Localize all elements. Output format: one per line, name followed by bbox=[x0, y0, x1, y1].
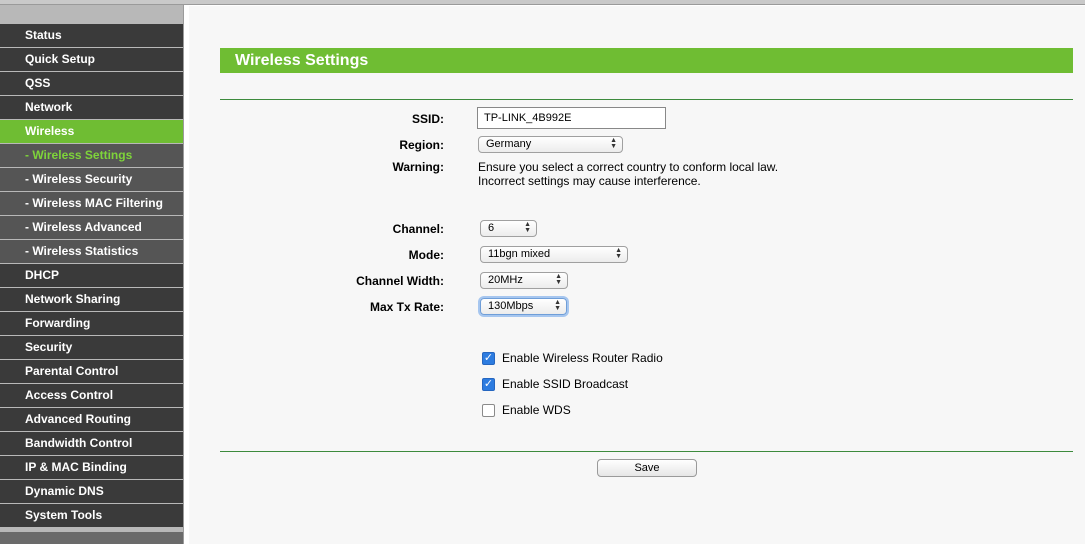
sidebar-item-wireless[interactable]: Wireless bbox=[0, 120, 183, 144]
warning-line-1: Ensure you select a correct country to c… bbox=[478, 160, 779, 174]
warning-line-2: Incorrect settings may cause interferenc… bbox=[478, 174, 701, 188]
sidebar-footer bbox=[0, 532, 183, 544]
mode-select-value: 11bgn mixed bbox=[488, 248, 551, 260]
sidebar-item-network-sharing[interactable]: Network Sharing bbox=[0, 288, 183, 312]
sidebar-item-bandwidth-control[interactable]: Bandwidth Control bbox=[0, 432, 183, 456]
ssid-label: SSID: bbox=[411, 112, 444, 126]
checkmark-icon: ✓ bbox=[483, 378, 494, 390]
channel-width-select-value: 20MHz bbox=[488, 274, 523, 286]
sidebar-item-ip-mac-binding[interactable]: IP & MAC Binding bbox=[0, 456, 183, 480]
enable-radio-label[interactable]: Enable Wireless Router Radio bbox=[502, 351, 663, 365]
enable-wds-label[interactable]: Enable WDS bbox=[502, 403, 571, 417]
enable-radio-checkbox[interactable]: ✓ bbox=[482, 352, 495, 365]
ssid-input[interactable] bbox=[477, 107, 666, 129]
sidebar-item-access-control[interactable]: Access Control bbox=[0, 384, 183, 408]
sidebar: Status Quick Setup QSS Network Wireless … bbox=[0, 5, 188, 544]
region-select[interactable]: Germany ▲ ▼ bbox=[478, 136, 623, 153]
updown-chevron-icon: ▲ ▼ bbox=[555, 273, 562, 286]
sidebar-item-network[interactable]: Network bbox=[0, 96, 183, 120]
page-title: Wireless Settings bbox=[220, 48, 1073, 73]
sidebar-subitem-wireless-statistics[interactable]: - Wireless Statistics bbox=[0, 240, 183, 264]
channel-width-select[interactable]: 20MHz ▲ ▼ bbox=[480, 272, 568, 289]
sidebar-item-parental-control[interactable]: Parental Control bbox=[0, 360, 183, 384]
sidebar-item-qss[interactable]: QSS bbox=[0, 72, 183, 96]
warning-label: Warning: bbox=[392, 160, 444, 174]
sidebar-menu: Status Quick Setup QSS Network Wireless … bbox=[0, 24, 183, 528]
sidebar-subitem-wireless-settings[interactable]: - Wireless Settings bbox=[0, 144, 183, 168]
top-divider bbox=[220, 99, 1073, 100]
channel-select[interactable]: 6 ▲ ▼ bbox=[480, 220, 537, 237]
sidebar-divider[interactable] bbox=[183, 5, 188, 544]
region-select-value: Germany bbox=[486, 138, 532, 150]
updown-chevron-icon: ▲ ▼ bbox=[554, 299, 561, 312]
bottom-divider bbox=[220, 451, 1073, 452]
updown-chevron-icon: ▲ ▼ bbox=[615, 247, 622, 260]
sidebar-subitem-wireless-security[interactable]: - Wireless Security bbox=[0, 168, 183, 192]
enable-ssid-broadcast-label[interactable]: Enable SSID Broadcast bbox=[502, 377, 628, 391]
sidebar-item-advanced-routing[interactable]: Advanced Routing bbox=[0, 408, 183, 432]
max-tx-rate-label: Max Tx Rate: bbox=[369, 300, 444, 314]
sidebar-item-forwarding[interactable]: Forwarding bbox=[0, 312, 183, 336]
mode-label: Mode: bbox=[408, 248, 444, 262]
enable-ssid-broadcast-checkbox[interactable]: ✓ bbox=[482, 378, 495, 391]
channel-label: Channel: bbox=[392, 222, 444, 236]
channel-width-label: Channel Width: bbox=[356, 274, 444, 288]
warning-text: Ensure you select a correct country to c… bbox=[478, 160, 978, 188]
updown-chevron-icon: ▲ ▼ bbox=[524, 221, 531, 234]
max-tx-rate-select[interactable]: 130Mbps ▲ ▼ bbox=[480, 298, 567, 315]
checkmark-icon: ✓ bbox=[483, 352, 494, 364]
save-button[interactable]: Save bbox=[597, 459, 697, 477]
sidebar-subitem-wireless-mac-filtering[interactable]: - Wireless MAC Filtering bbox=[0, 192, 183, 216]
sidebar-item-quick-setup[interactable]: Quick Setup bbox=[0, 48, 183, 72]
max-tx-rate-select-value: 130Mbps bbox=[488, 300, 534, 312]
sidebar-item-dhcp[interactable]: DHCP bbox=[0, 264, 183, 288]
enable-wds-checkbox[interactable] bbox=[482, 404, 495, 417]
channel-select-value: 6 bbox=[488, 222, 495, 234]
sidebar-item-security[interactable]: Security bbox=[0, 336, 183, 360]
main-content: Wireless Settings SSID: Region: Germany … bbox=[189, 6, 1085, 544]
sidebar-subitem-wireless-advanced[interactable]: - Wireless Advanced bbox=[0, 216, 183, 240]
sidebar-item-status[interactable]: Status bbox=[0, 24, 183, 48]
mode-select[interactable]: 11bgn mixed ▲ ▼ bbox=[480, 246, 628, 263]
updown-chevron-icon: ▲ ▼ bbox=[610, 137, 617, 150]
sidebar-item-system-tools[interactable]: System Tools bbox=[0, 504, 183, 528]
sidebar-item-dynamic-dns[interactable]: Dynamic DNS bbox=[0, 480, 183, 504]
region-label: Region: bbox=[399, 138, 444, 152]
